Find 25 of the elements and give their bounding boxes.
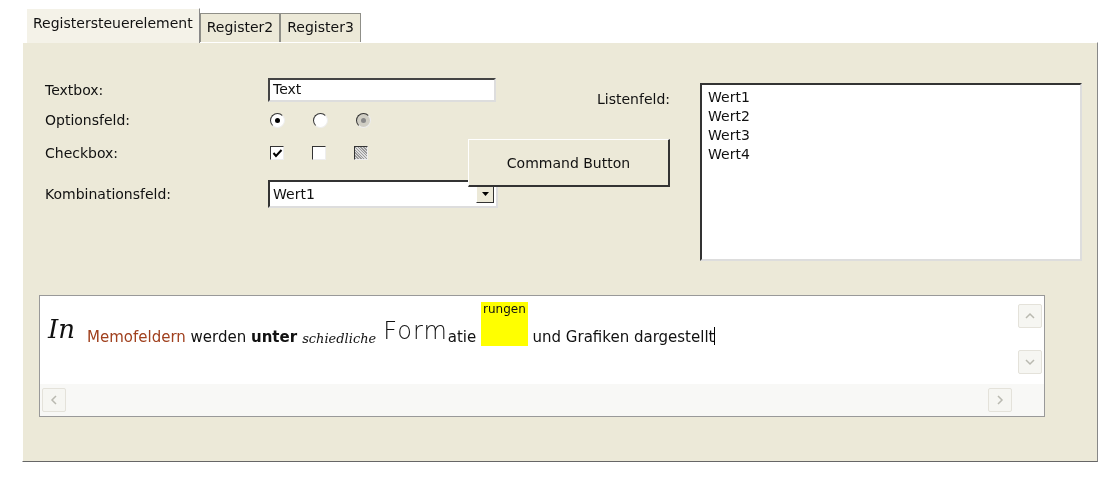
field-label: Checkbox:	[45, 145, 120, 161]
list-item[interactable]: Wert3	[708, 126, 750, 145]
tab[interactable]: Register2	[199, 13, 281, 42]
chevron-right-icon	[996, 394, 1004, 406]
field-label: Optionsfeld:	[45, 112, 132, 128]
list-item[interactable]: Wert2	[708, 107, 750, 126]
checkbox[interactable]	[270, 146, 284, 160]
field-label: Listenfeld:	[597, 91, 670, 107]
tab[interactable]: Register3	[280, 13, 361, 42]
radio-button[interactable]	[270, 112, 285, 128]
text-field[interactable]: Text	[268, 78, 496, 102]
checkbox[interactable]	[354, 146, 368, 160]
tab[interactable]: Registersteuerelement	[26, 8, 200, 43]
radio-button[interactable]	[313, 112, 328, 128]
chevron-up-icon	[1024, 312, 1036, 320]
list-item[interactable]: Wert1	[708, 88, 750, 107]
list-item[interactable]: Wert4	[708, 145, 750, 164]
chevron-down-icon	[1024, 358, 1036, 366]
dropdown-field[interactable]: Wert1	[268, 180, 498, 208]
checkbox[interactable]	[312, 146, 326, 160]
field-label: Kombinationsfeld:	[45, 186, 173, 202]
field-label: Textbox:	[45, 82, 105, 98]
list-box[interactable]: Wert1 Wert2 Wert3 Wert4	[700, 83, 1082, 261]
chevron-left-icon	[50, 394, 58, 406]
command-button[interactable]: Command Button	[468, 139, 670, 187]
